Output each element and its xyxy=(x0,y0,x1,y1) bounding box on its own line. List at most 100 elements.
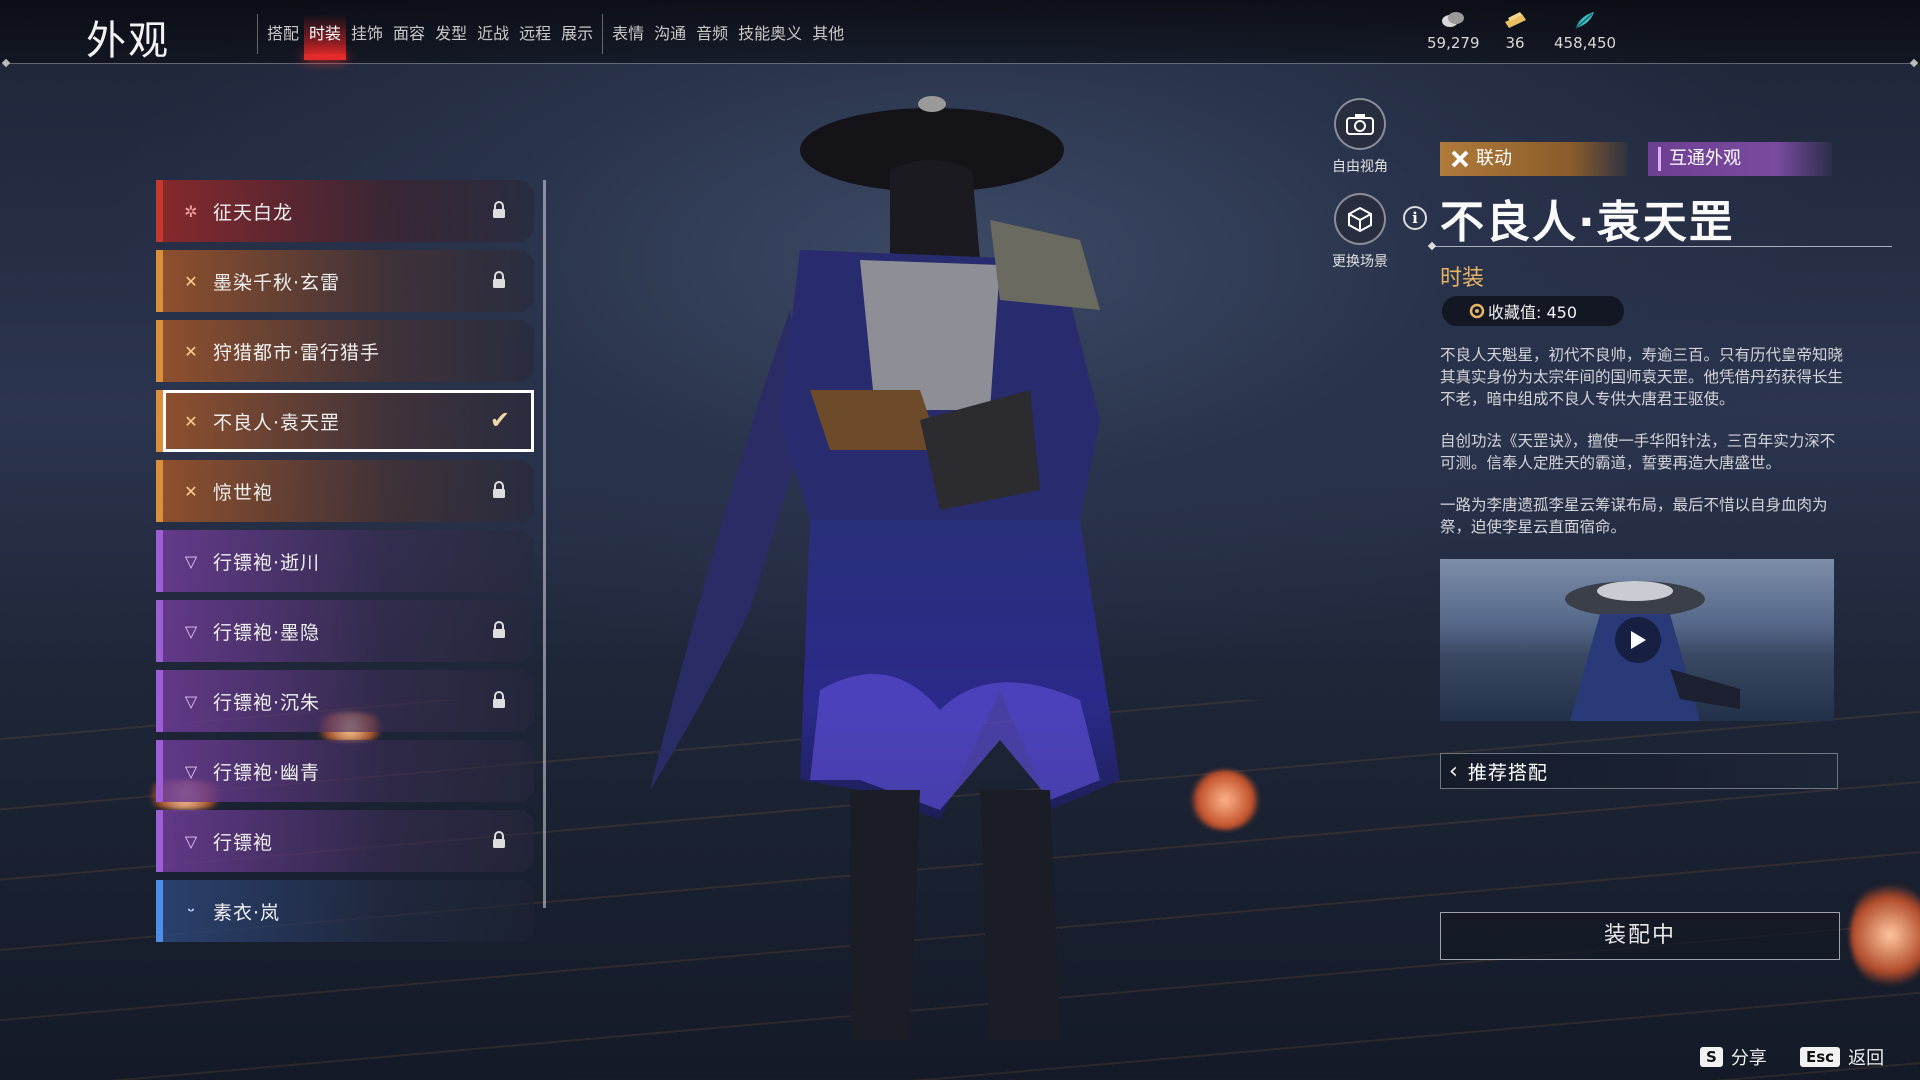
outfit-item-body: ✕ 狩猎都市·雷行猎手 xyxy=(163,320,534,382)
rarity-bar xyxy=(156,600,163,662)
free-view-button[interactable]: 自由视角 xyxy=(1332,98,1388,176)
title-divider xyxy=(1432,246,1892,247)
lock-icon xyxy=(492,831,506,849)
item-type: 时装 xyxy=(1440,266,1485,291)
rarity-bar xyxy=(156,460,163,522)
currency-coins: 59,279 xyxy=(1427,10,1480,52)
outfit-item[interactable]: ▽ 行镖袍 xyxy=(156,810,534,872)
tab-hairstyle[interactable]: 发型 xyxy=(430,14,472,54)
tab-accessories[interactable]: 挂饰 xyxy=(346,14,388,54)
outfit-item-body: ▽ 行镖袍·幽青 xyxy=(163,740,534,802)
outfit-item-selected[interactable]: ✕ 不良人·袁天罡 ✔ xyxy=(156,390,534,452)
outfit-label: 素衣·岚 xyxy=(213,901,281,924)
collab-tag: 联动 xyxy=(1440,142,1628,176)
outfit-item[interactable]: ▽ 行镖袍·沉朱 xyxy=(156,670,534,732)
item-title: 不良人·袁天罡 xyxy=(1440,197,1735,248)
rarity-cross-icon: ✕ xyxy=(184,271,198,291)
feather-icon xyxy=(1575,12,1595,29)
chevron-left-icon: ‹ xyxy=(1449,758,1458,784)
outfit-item[interactable]: ✲ 征天白龙 xyxy=(156,180,534,242)
tab-emotes[interactable]: 表情 xyxy=(607,14,649,54)
currency-tickets-value: 36 xyxy=(1505,34,1525,52)
outfit-item-body: ▽ 行镖袍 xyxy=(163,810,534,872)
outfit-item[interactable]: ✕ 狩猎都市·雷行猎手 xyxy=(156,320,534,382)
rarity-cross-icon: ✕ xyxy=(184,481,198,501)
share-label: 分享 xyxy=(1730,1048,1767,1069)
currency-coins-value: 59,279 xyxy=(1427,34,1480,52)
outfit-label: 行镖袍·幽青 xyxy=(213,761,321,784)
outfit-item-body: ✕ 不良人·袁天罡 ✔ xyxy=(163,390,534,452)
outfit-label: 墨染千秋·玄雷 xyxy=(213,271,341,294)
lock-icon xyxy=(492,201,506,219)
rarity-wing-icon: ▽ xyxy=(184,621,198,641)
outfit-list: ✲ 征天白龙 ✕ 墨染千秋·玄雷 ✕ 狩猎都市·雷行猎手 ✕ 不良人·袁天罡 ✔… xyxy=(156,180,538,960)
outfit-label: 行镖袍·沉朱 xyxy=(213,691,321,714)
tab-other[interactable]: 其他 xyxy=(807,14,849,54)
rarity-bar xyxy=(156,810,163,872)
outfit-item-body: ᵕ 素衣·岚 xyxy=(163,880,534,942)
rarity-wing-icon: ▽ xyxy=(184,551,198,571)
free-view-label: 自由视角 xyxy=(1332,159,1388,175)
ticket-icon xyxy=(1505,12,1526,28)
rarity-wing-icon: ▽ xyxy=(184,831,198,851)
info-icon[interactable]: i xyxy=(1403,206,1427,230)
outfit-item[interactable]: ▽ 行镖袍·逝川 xyxy=(156,530,534,592)
change-scene-button[interactable]: 更换场景 xyxy=(1332,193,1388,271)
coin-stack-icon xyxy=(1442,12,1465,27)
checkmark-icon: ✔ xyxy=(489,406,510,434)
rarity-bar xyxy=(156,530,163,592)
tab-fashion[interactable]: 时装 xyxy=(304,14,347,60)
list-scrollbar[interactable] xyxy=(543,180,546,908)
tab-ranged[interactable]: 远程 xyxy=(514,14,556,54)
outfit-item[interactable]: ᵕ 素衣·岚 xyxy=(156,880,534,942)
collection-value: 收藏值: 450 xyxy=(1488,303,1578,322)
lantern-glow xyxy=(1190,770,1260,830)
tab-display[interactable]: 展示 xyxy=(556,14,598,54)
outfit-item[interactable]: ✕ 惊世袍 xyxy=(156,460,534,522)
category-tabs: 搭配 时装 挂饰 面容 发型 近战 远程 展示 表情 沟通 音频 技能奥义 其他 xyxy=(253,14,849,60)
share-key: S xyxy=(1700,1047,1723,1067)
rarity-wings-icon: ᵕ xyxy=(187,901,195,921)
back-hint[interactable]: Esc 返回 xyxy=(1800,1044,1884,1070)
description-paragraph: 一路为李唐遗孤李星云筹谋布局，最后不惜以自身血肉为祭，迫使李星云直面宿命。 xyxy=(1440,496,1828,536)
description-paragraph: 自创功法《天罡诀》，擅使一手华阳针法，三百年实力深不可测。信奉人定胜天的霸道，誓… xyxy=(1440,432,1836,472)
rarity-bar xyxy=(156,390,163,452)
lock-icon xyxy=(492,621,506,639)
outfit-item-body: ✕ 惊世袍 xyxy=(163,460,534,522)
outfit-label: 狩猎都市·雷行猎手 xyxy=(213,341,381,364)
change-scene-label: 更换场景 xyxy=(1332,254,1388,270)
top-divider xyxy=(6,63,1914,64)
scene-cube-icon xyxy=(1334,193,1386,245)
preview-video[interactable] xyxy=(1440,559,1834,721)
currency-feathers: 458,450 xyxy=(1554,10,1616,52)
tab-skill-ultimate[interactable]: 技能奥义 xyxy=(733,14,807,54)
tab-outfit-sets[interactable]: 搭配 xyxy=(262,14,304,54)
recommended-label: 推荐搭配 xyxy=(1467,761,1548,784)
shared-appearance-tag: 互通外观 xyxy=(1648,142,1832,176)
share-hint[interactable]: S 分享 xyxy=(1700,1044,1767,1070)
character-model[interactable] xyxy=(560,90,1120,1050)
outfit-item[interactable]: ✕ 墨染千秋·玄雷 xyxy=(156,250,534,312)
rarity-wing-icon: ▽ xyxy=(184,691,198,711)
outfit-item[interactable]: ▽ 行镖袍·墨隐 xyxy=(156,600,534,662)
camera-icon xyxy=(1334,98,1386,150)
page-title: 外观 xyxy=(86,18,170,64)
rarity-wing-icon: ▽ xyxy=(184,761,198,781)
tab-communication[interactable]: 沟通 xyxy=(649,14,691,54)
outfit-label: 行镖袍 xyxy=(213,831,274,854)
tab-face[interactable]: 面容 xyxy=(388,14,430,54)
equip-button[interactable]: 装配中 xyxy=(1440,912,1840,960)
outfit-label: 征天白龙 xyxy=(213,201,294,224)
recommended-outfit-button[interactable]: ‹ 推荐搭配 xyxy=(1440,753,1838,789)
description-paragraph: 不良人天魁星，初代不良帅，寿逾三百。只有历代皇帝知晓其真实身份为太宗年间的国师袁… xyxy=(1440,346,1844,408)
outfit-item[interactable]: ▽ 行镖袍·幽青 xyxy=(156,740,534,802)
collab-tag-label: 联动 xyxy=(1476,148,1512,169)
lock-icon xyxy=(492,691,506,709)
tab-melee[interactable]: 近战 xyxy=(472,14,514,54)
collection-value-badge: 收藏值: 450 xyxy=(1442,296,1624,326)
tab-divider xyxy=(602,14,604,54)
outfit-label: 行镖袍·墨隐 xyxy=(213,621,321,644)
rarity-bar xyxy=(156,740,163,802)
outfit-label: 不良人·袁天罡 xyxy=(213,411,341,434)
tab-audio[interactable]: 音频 xyxy=(691,14,733,54)
